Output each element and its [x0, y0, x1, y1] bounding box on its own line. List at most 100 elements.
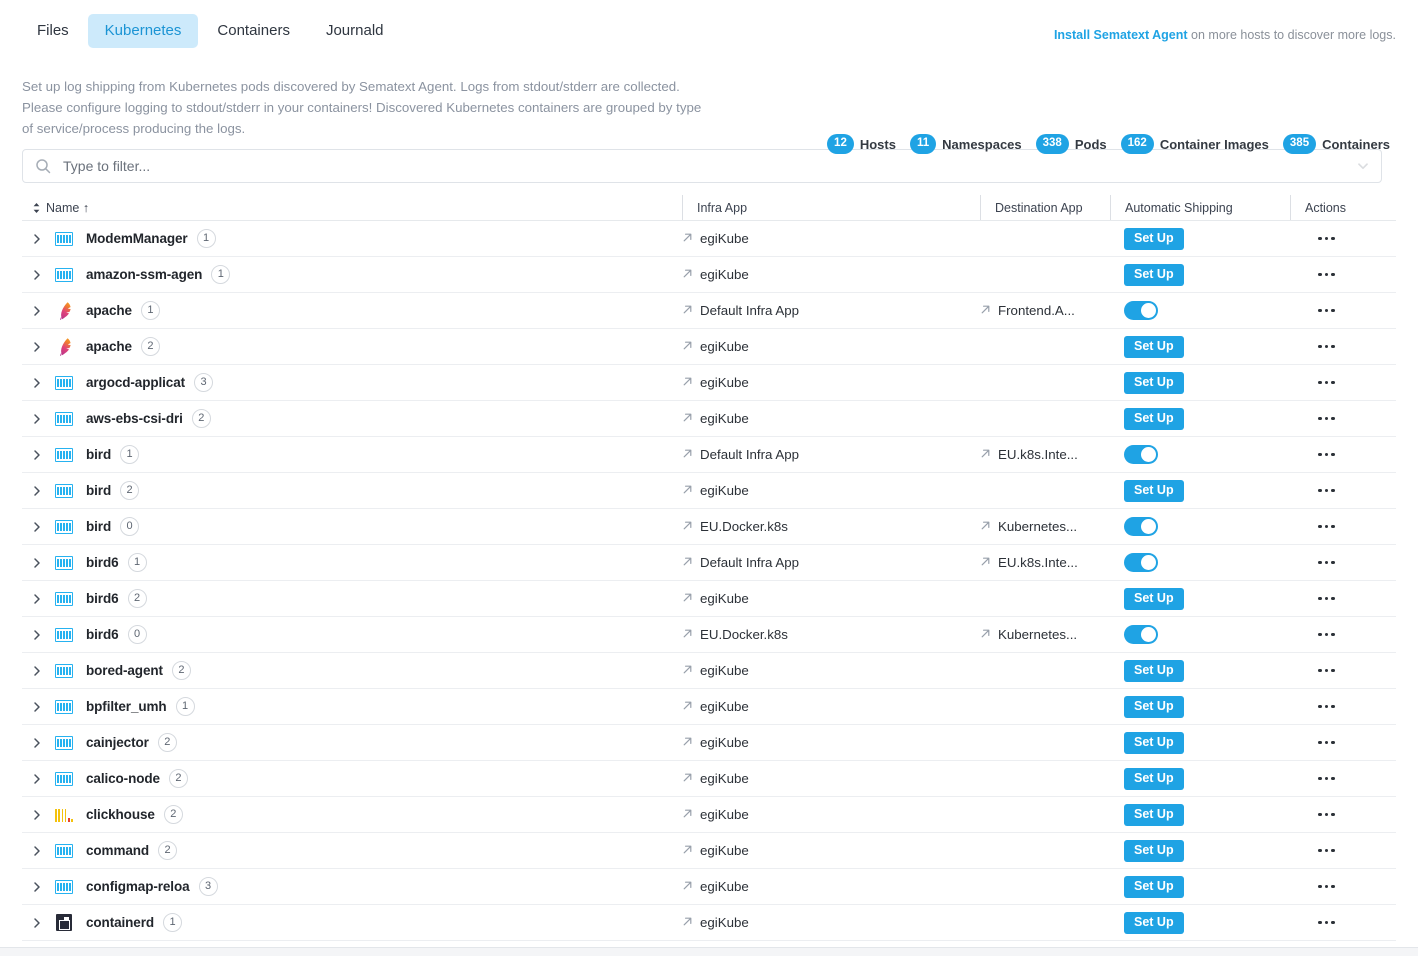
- more-actions-icon[interactable]: [1318, 668, 1335, 673]
- sort-toggle-icon[interactable]: [26, 201, 46, 215]
- chevron-right-icon[interactable]: [26, 809, 48, 821]
- filter-box[interactable]: [22, 149, 1382, 183]
- table-row[interactable]: bird6 1 Default Infra App EU.k8s.Inte...: [22, 545, 1396, 581]
- chevron-right-icon[interactable]: [26, 305, 48, 317]
- more-actions-icon[interactable]: [1318, 812, 1335, 817]
- more-actions-icon[interactable]: [1318, 596, 1335, 601]
- cell-infra-app[interactable]: egiKube: [682, 257, 980, 292]
- table-row[interactable]: amazon-ssm-agen 1 egiKube Set Up: [22, 257, 1396, 293]
- table-row[interactable]: bird 2 egiKube Set Up: [22, 473, 1396, 509]
- table-row[interactable]: configmap-reloa 3 egiKube Set Up: [22, 869, 1396, 905]
- cell-destination-app[interactable]: Frontend.A...: [980, 293, 1110, 328]
- table-row[interactable]: apache 1 Default Infra App Frontend.A...: [22, 293, 1396, 329]
- setup-button[interactable]: Set Up: [1124, 227, 1184, 250]
- table-row[interactable]: clickhouse 2 egiKube Set Up: [22, 797, 1396, 833]
- chevron-down-icon[interactable]: [1355, 158, 1371, 174]
- more-actions-icon[interactable]: [1318, 884, 1335, 889]
- table-row[interactable]: ModemManager 1 egiKube Set Up: [22, 221, 1396, 257]
- table-row[interactable]: bird 0 EU.Docker.k8s Kubernetes...: [22, 509, 1396, 545]
- automatic-shipping-toggle[interactable]: [1124, 625, 1158, 644]
- filter-input[interactable]: [51, 157, 1355, 175]
- column-header-infra-app[interactable]: Infra App: [682, 195, 980, 220]
- more-actions-icon[interactable]: [1318, 236, 1335, 241]
- table-row[interactable]: cainjector 2 egiKube Set Up: [22, 725, 1396, 761]
- table-row[interactable]: bpfilter_umh 1 egiKube Set Up: [22, 689, 1396, 725]
- cell-infra-app[interactable]: egiKube: [682, 401, 980, 436]
- tab-containers[interactable]: Containers: [200, 14, 307, 48]
- cell-infra-app[interactable]: egiKube: [682, 581, 980, 616]
- column-header-name[interactable]: Name ↑: [22, 195, 682, 220]
- more-actions-icon[interactable]: [1318, 344, 1335, 349]
- install-sematext-agent-link[interactable]: Install Sematext Agent: [1054, 28, 1188, 42]
- more-actions-icon[interactable]: [1318, 380, 1335, 385]
- setup-button[interactable]: Set Up: [1124, 479, 1184, 502]
- chevron-right-icon[interactable]: [26, 377, 48, 389]
- setup-button[interactable]: Set Up: [1124, 731, 1184, 754]
- chevron-right-icon[interactable]: [26, 233, 48, 245]
- chevron-right-icon[interactable]: [26, 773, 48, 785]
- setup-button[interactable]: Set Up: [1124, 335, 1184, 358]
- cell-infra-app[interactable]: Default Infra App: [682, 545, 980, 580]
- table-row[interactable]: command 2 egiKube Set Up: [22, 833, 1396, 869]
- cell-infra-app[interactable]: egiKube: [682, 797, 980, 832]
- more-actions-icon[interactable]: [1318, 704, 1335, 709]
- setup-button[interactable]: Set Up: [1124, 263, 1184, 286]
- automatic-shipping-toggle[interactable]: [1124, 301, 1158, 320]
- cell-destination-app[interactable]: Kubernetes...: [980, 617, 1110, 652]
- cell-infra-app[interactable]: Default Infra App: [682, 293, 980, 328]
- automatic-shipping-toggle[interactable]: [1124, 517, 1158, 536]
- chevron-right-icon[interactable]: [26, 557, 48, 569]
- more-actions-icon[interactable]: [1318, 848, 1335, 853]
- cell-infra-app[interactable]: egiKube: [682, 329, 980, 364]
- cell-infra-app[interactable]: egiKube: [682, 221, 980, 256]
- chevron-right-icon[interactable]: [26, 737, 48, 749]
- more-actions-icon[interactable]: [1318, 452, 1335, 457]
- setup-button[interactable]: Set Up: [1124, 659, 1184, 682]
- chevron-right-icon[interactable]: [26, 881, 48, 893]
- cell-destination-app[interactable]: EU.k8s.Inte...: [980, 437, 1110, 472]
- chevron-right-icon[interactable]: [26, 917, 48, 929]
- more-actions-icon[interactable]: [1318, 272, 1335, 277]
- chevron-right-icon[interactable]: [26, 449, 48, 461]
- chevron-right-icon[interactable]: [26, 413, 48, 425]
- chevron-right-icon[interactable]: [26, 269, 48, 281]
- more-actions-icon[interactable]: [1318, 524, 1335, 529]
- cell-infra-app[interactable]: egiKube: [682, 365, 980, 400]
- cell-infra-app[interactable]: EU.Docker.k8s: [682, 617, 980, 652]
- setup-button[interactable]: Set Up: [1124, 803, 1184, 826]
- more-actions-icon[interactable]: [1318, 740, 1335, 745]
- cell-infra-app[interactable]: EU.Docker.k8s: [682, 509, 980, 544]
- table-row[interactable]: containerd 1 egiKube Set Up: [22, 905, 1396, 941]
- chevron-right-icon[interactable]: [26, 341, 48, 353]
- chevron-right-icon[interactable]: [26, 485, 48, 497]
- more-actions-icon[interactable]: [1318, 776, 1335, 781]
- column-header-automatic-shipping[interactable]: Automatic Shipping: [1110, 195, 1290, 220]
- cell-infra-app[interactable]: egiKube: [682, 833, 980, 868]
- setup-button[interactable]: Set Up: [1124, 839, 1184, 862]
- chevron-right-icon[interactable]: [26, 845, 48, 857]
- table-row[interactable]: aws-ebs-csi-dri 2 egiKube Set Up: [22, 401, 1396, 437]
- chevron-right-icon[interactable]: [26, 701, 48, 713]
- setup-button[interactable]: Set Up: [1124, 767, 1184, 790]
- tab-journald[interactable]: Journald: [309, 14, 401, 48]
- column-header-destination-app[interactable]: Destination App: [980, 195, 1110, 220]
- table-row[interactable]: apache 2 egiKube Set Up: [22, 329, 1396, 365]
- chevron-right-icon[interactable]: [26, 521, 48, 533]
- table-row[interactable]: calico-node 2 egiKube Set Up: [22, 761, 1396, 797]
- tab-kubernetes[interactable]: Kubernetes: [87, 14, 199, 48]
- setup-button[interactable]: Set Up: [1124, 875, 1184, 898]
- more-actions-icon[interactable]: [1318, 308, 1335, 313]
- more-actions-icon[interactable]: [1318, 488, 1335, 493]
- table-row[interactable]: bird6 0 EU.Docker.k8s Kubernetes...: [22, 617, 1396, 653]
- chevron-right-icon[interactable]: [26, 593, 48, 605]
- table-row[interactable]: bored-agent 2 egiKube Set Up: [22, 653, 1396, 689]
- table-row[interactable]: argocd-applicat 3 egiKube Set Up: [22, 365, 1396, 401]
- tab-files[interactable]: Files: [20, 14, 86, 48]
- cell-destination-app[interactable]: EU.k8s.Inte...: [980, 545, 1110, 580]
- cell-infra-app[interactable]: egiKube: [682, 473, 980, 508]
- cell-infra-app[interactable]: egiKube: [682, 653, 980, 688]
- cell-infra-app[interactable]: egiKube: [682, 905, 980, 940]
- cell-infra-app[interactable]: egiKube: [682, 869, 980, 904]
- setup-button[interactable]: Set Up: [1124, 695, 1184, 718]
- automatic-shipping-toggle[interactable]: [1124, 553, 1158, 572]
